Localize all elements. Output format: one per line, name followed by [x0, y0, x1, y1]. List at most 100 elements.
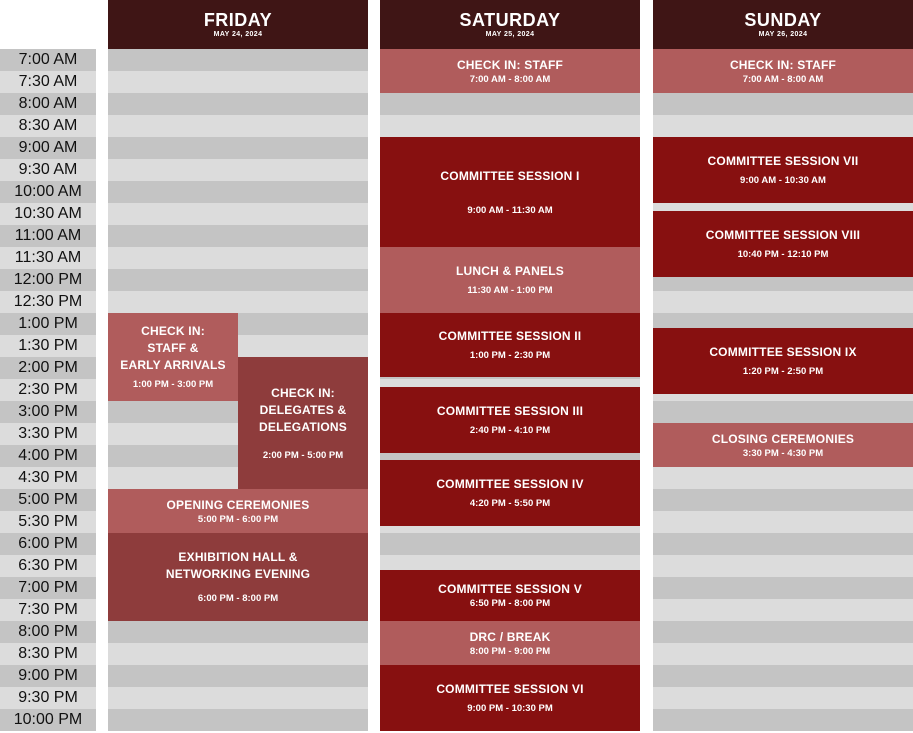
event-title: EXHIBITION HALL & NETWORKING EVENING — [165, 550, 311, 581]
grid-row — [653, 687, 913, 709]
event-time: 9:00 AM - 10:30 AM — [740, 175, 826, 186]
event-time: 9:00 PM - 10:30 PM — [467, 703, 553, 714]
grid-row — [108, 71, 368, 93]
event-block[interactable]: COMMITTEE SESSION I 9:00 AM - 11:30 AM — [380, 137, 640, 247]
event-title: OPENING CEREMONIES — [166, 497, 310, 512]
event-time: 4:20 PM - 5:50 PM — [469, 498, 551, 509]
day-column-sunday: SUNDAY MAY 26, 2024 CHECK IN: STAFF 7:00… — [653, 0, 913, 731]
event-title: COMMITTEE SESSION I — [440, 168, 580, 183]
event-time: 1:20 PM - 2:50 PM — [742, 366, 824, 377]
grid-row — [653, 93, 913, 115]
event-block[interactable]: CHECK IN: STAFF & EARLY ARRIVALS 1:00 PM… — [108, 313, 238, 401]
event-block[interactable]: DRC / BREAK 8:00 PM - 9:00 PM — [380, 621, 640, 665]
time-label: 5:00 PM — [0, 489, 96, 511]
event-block[interactable]: COMMITTEE SESSION VI 9:00 PM - 10:30 PM — [380, 665, 640, 731]
grid-row — [108, 643, 368, 665]
grid-row — [108, 93, 368, 115]
grid-row — [653, 511, 913, 533]
event-block[interactable]: LUNCH & PANELS 11:30 AM - 1:00 PM — [380, 247, 640, 313]
time-label: 10:30 AM — [0, 203, 96, 225]
event-block[interactable]: COMMITTEE SESSION V 6:50 PM - 8:00 PM — [380, 570, 640, 621]
event-title: CHECK IN: STAFF — [456, 57, 564, 72]
day-date: MAY 26, 2024 — [758, 31, 808, 38]
grid-row — [108, 203, 368, 225]
event-block[interactable]: CHECK IN: DELEGATES & DELEGATIONS 2:00 P… — [238, 357, 368, 489]
time-label: 4:00 PM — [0, 445, 96, 467]
event-block[interactable]: COMMITTEE SESSION VIII 10:40 PM - 12:10 … — [653, 211, 913, 277]
grid-row — [108, 49, 368, 71]
event-time: 3:30 PM - 4:30 PM — [742, 447, 824, 459]
event-time: 9:00 AM - 11:30 AM — [467, 204, 553, 216]
day-header-sunday: SUNDAY MAY 26, 2024 — [653, 0, 913, 49]
event-block[interactable]: OPENING CEREMONIES 5:00 PM - 6:00 PM — [108, 489, 368, 533]
event-time: 1:00 PM - 3:00 PM — [132, 379, 214, 390]
event-time: 10:40 PM - 12:10 PM — [737, 249, 829, 260]
event-time: 2:00 PM - 5:00 PM — [262, 449, 344, 461]
event-title: CHECK IN: STAFF & EARLY ARRIVALS — [120, 324, 226, 372]
event-block[interactable]: COMMITTEE SESSION II 1:00 PM - 2:30 PM — [380, 313, 640, 377]
day-name: SATURDAY — [459, 10, 561, 30]
event-time: 6:00 PM - 8:00 PM — [197, 593, 279, 604]
grid-row — [108, 159, 368, 181]
event-title: CHECK IN: DELEGATES & DELEGATIONS — [259, 385, 347, 434]
grid-row — [108, 115, 368, 137]
event-title: COMMITTEE SESSION V — [438, 582, 582, 596]
event-title: COMMITTEE SESSION VIII — [705, 228, 861, 242]
grid-row — [653, 533, 913, 555]
event-block[interactable]: CHECK IN: STAFF 7:00 AM - 8:00 AM — [380, 49, 640, 93]
grid-row — [653, 401, 913, 423]
time-label: 6:30 PM — [0, 555, 96, 577]
event-block[interactable]: CLOSING CEREMONIES 3:30 PM - 4:30 PM — [653, 423, 913, 467]
event-title: COMMITTEE SESSION VII — [707, 154, 859, 168]
event-time: 6:50 PM - 8:00 PM — [469, 598, 551, 609]
event-block[interactable]: COMMITTEE SESSION III 2:40 PM - 4:10 PM — [380, 387, 640, 453]
grid-row — [108, 291, 368, 313]
time-label: 1:30 PM — [0, 335, 96, 357]
day-grid: CHECK IN: STAFF 7:00 AM - 8:00 AM COMMIT… — [380, 49, 640, 731]
grid-row — [108, 247, 368, 269]
event-title: COMMITTEE SESSION III — [436, 404, 584, 418]
event-time: 5:00 PM - 6:00 PM — [197, 513, 279, 525]
event-block[interactable]: CHECK IN: STAFF 7:00 AM - 8:00 AM — [653, 49, 913, 93]
time-label: 9:30 PM — [0, 687, 96, 709]
time-label: 10:00 AM — [0, 181, 96, 203]
day-grid: CHECK IN: STAFF & EARLY ARRIVALS 1:00 PM… — [108, 49, 368, 731]
event-title: CLOSING CEREMONIES — [711, 431, 855, 446]
event-block[interactable]: COMMITTEE SESSION IX 1:20 PM - 2:50 PM — [653, 328, 913, 394]
day-date: MAY 25, 2024 — [485, 31, 535, 38]
grid-row — [380, 533, 640, 555]
grid-row — [653, 621, 913, 643]
event-block[interactable]: COMMITTEE SESSION VII 9:00 AM - 10:30 AM — [653, 137, 913, 203]
event-block[interactable]: COMMITTEE SESSION IV 4:20 PM - 5:50 PM — [380, 460, 640, 526]
time-label: 8:30 AM — [0, 115, 96, 137]
grid-row — [653, 709, 913, 731]
grid-row — [653, 599, 913, 621]
time-label: 4:30 PM — [0, 467, 96, 489]
event-title: COMMITTEE SESSION IV — [436, 477, 584, 491]
time-label: 8:30 PM — [0, 643, 96, 665]
time-label: 7:30 AM — [0, 71, 96, 93]
day-name: SUNDAY — [744, 10, 822, 30]
time-label: 9:00 AM — [0, 137, 96, 159]
event-block[interactable]: EXHIBITION HALL & NETWORKING EVENING 6:0… — [108, 533, 368, 621]
event-time: 8:00 PM - 9:00 PM — [469, 645, 551, 657]
grid-row — [653, 489, 913, 511]
day-header-friday: FRIDAY MAY 24, 2024 — [108, 0, 368, 49]
grid-row — [653, 467, 913, 489]
event-time: 1:00 PM - 2:30 PM — [469, 350, 551, 361]
grid-row — [653, 555, 913, 577]
event-title: CHECK IN: STAFF — [729, 57, 837, 72]
time-label: 10:00 PM — [0, 709, 96, 731]
grid-row — [653, 291, 913, 313]
day-column-friday: FRIDAY MAY 24, 2024 CHECK IN: STAFF & EA… — [108, 0, 368, 731]
time-label: 11:00 AM — [0, 225, 96, 247]
event-title: COMMITTEE SESSION IX — [709, 345, 857, 359]
time-label: 3:00 PM — [0, 401, 96, 423]
time-label: 2:30 PM — [0, 379, 96, 401]
grid-row — [108, 621, 368, 643]
time-label: 7:00 PM — [0, 577, 96, 599]
time-label: 5:30 PM — [0, 511, 96, 533]
event-time: 7:00 AM - 8:00 AM — [469, 73, 551, 85]
day-grid: CHECK IN: STAFF 7:00 AM - 8:00 AM COMMIT… — [653, 49, 913, 731]
grid-row — [653, 665, 913, 687]
